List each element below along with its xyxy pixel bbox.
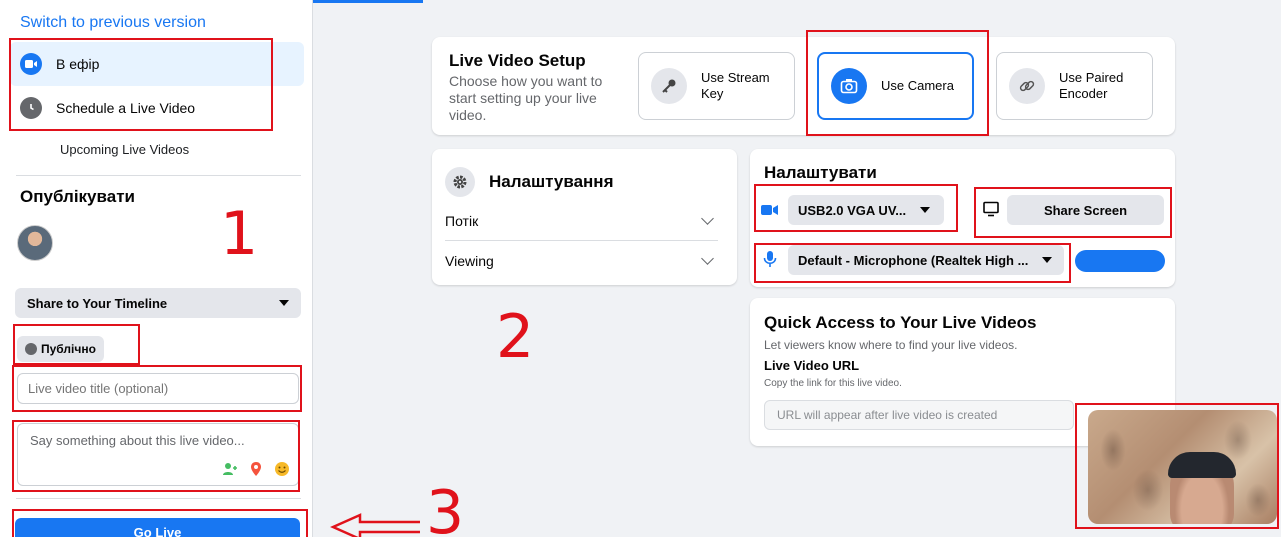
description-field[interactable]: Say something about this live video... (17, 423, 299, 486)
publish-heading: Опублікувати (20, 187, 135, 206)
accordion-label: Viewing (445, 253, 494, 269)
live-video-setup-card: Live Video Setup Choose how you want to … (432, 37, 1175, 135)
configure-card: Налаштувати USB2.0 VGA UV... Share Scree… (750, 149, 1175, 287)
microphone-icon (763, 251, 777, 267)
share-screen-button[interactable]: Share Screen (1007, 195, 1164, 225)
go-live-button[interactable]: Go Live (15, 518, 300, 537)
camera-preview (1088, 410, 1277, 524)
camera-icon (831, 68, 867, 104)
preview-hair (1168, 452, 1236, 478)
active-tab-indicator (313, 0, 423, 3)
option-label: Use Camera (881, 78, 954, 93)
divider (16, 498, 301, 499)
live-video-url-field[interactable]: URL will appear after live video is crea… (764, 400, 1074, 430)
chevron-down-icon (701, 252, 714, 265)
sidebar: Switch to previous version В ефір Schedu… (0, 0, 313, 537)
setup-title: Live Video Setup (449, 51, 586, 70)
tag-people-icon[interactable] (222, 461, 238, 477)
option-label: Use Stream Key (701, 70, 770, 101)
sidebar-item-label: Schedule a Live Video (56, 100, 196, 116)
settings-title: Налаштування (489, 172, 614, 191)
monitor-icon (983, 201, 999, 217)
configure-title: Налаштувати (764, 163, 877, 182)
location-pin-icon[interactable] (248, 461, 264, 477)
globe-icon (25, 343, 37, 355)
description-placeholder: Say something about this live video... (30, 433, 245, 448)
sidebar-item-go-live[interactable]: В ефір (10, 42, 304, 86)
clock-icon (20, 97, 42, 119)
video-camera-icon (761, 205, 778, 215)
microphone-select[interactable]: Default - Microphone (Realtek High ... (788, 245, 1064, 275)
share-screen-label: Share Screen (1043, 202, 1128, 218)
live-video-icon (20, 53, 42, 75)
annotation-number-3: 3 (426, 478, 465, 537)
upcoming-live-videos-link[interactable]: Upcoming Live Videos (60, 142, 189, 157)
caret-down-icon (1042, 257, 1053, 263)
camera-select-label: USB2.0 VGA UV... (798, 202, 907, 218)
option-label: Use Paired Encoder (1059, 70, 1124, 101)
link-icon (1009, 68, 1045, 104)
gear-icon (445, 167, 475, 197)
quick-access-subtitle: Let viewers know where to find your live… (764, 338, 1018, 352)
share-destination-label: Share to Your Timeline (27, 295, 168, 311)
caret-down-icon (279, 300, 289, 306)
switch-version-link[interactable]: Switch to previous version (20, 14, 206, 32)
audience-label: Публічно (41, 342, 96, 356)
microphone-select-label: Default - Microphone (Realtek High ... (798, 252, 1029, 268)
chevron-down-icon (701, 211, 714, 225)
accordion-label: Потік (445, 212, 479, 229)
use-camera-option[interactable]: Use Camera (817, 52, 974, 120)
annotation-number-1: 1 (220, 199, 259, 269)
accordion-stream[interactable]: Потік (445, 201, 718, 241)
divider (16, 175, 301, 176)
share-destination-select[interactable]: Share to Your Timeline (15, 288, 301, 318)
sidebar-item-schedule[interactable]: Schedule a Live Video (10, 86, 304, 130)
quick-access-title: Quick Access to Your Live Videos (764, 313, 1037, 332)
settings-card: Налаштування Потік Viewing (432, 149, 737, 285)
annotation-arrow-icon (330, 513, 420, 537)
camera-select[interactable]: USB2.0 VGA UV... (788, 195, 944, 225)
feeling-emoji-icon[interactable] (274, 461, 290, 477)
setup-subtitle: Choose how you want to start setting up … (449, 73, 603, 123)
avatar (17, 225, 53, 261)
accordion-viewing[interactable]: Viewing (445, 241, 718, 281)
use-stream-key-option[interactable]: Use Stream Key (638, 52, 795, 120)
annotation-number-2: 2 (496, 302, 535, 372)
sidebar-item-label: В ефір (56, 56, 100, 72)
live-title-input[interactable] (17, 373, 299, 404)
audience-button[interactable]: Публічно (17, 336, 104, 362)
caret-down-icon (920, 207, 931, 213)
key-icon (651, 68, 687, 104)
live-video-url-label: Live Video URL (764, 358, 860, 373)
use-paired-encoder-option[interactable]: Use Paired Encoder (996, 52, 1153, 120)
audio-level-toggle[interactable] (1075, 250, 1165, 272)
live-video-url-hint: Copy the link for this live video. (764, 378, 902, 389)
